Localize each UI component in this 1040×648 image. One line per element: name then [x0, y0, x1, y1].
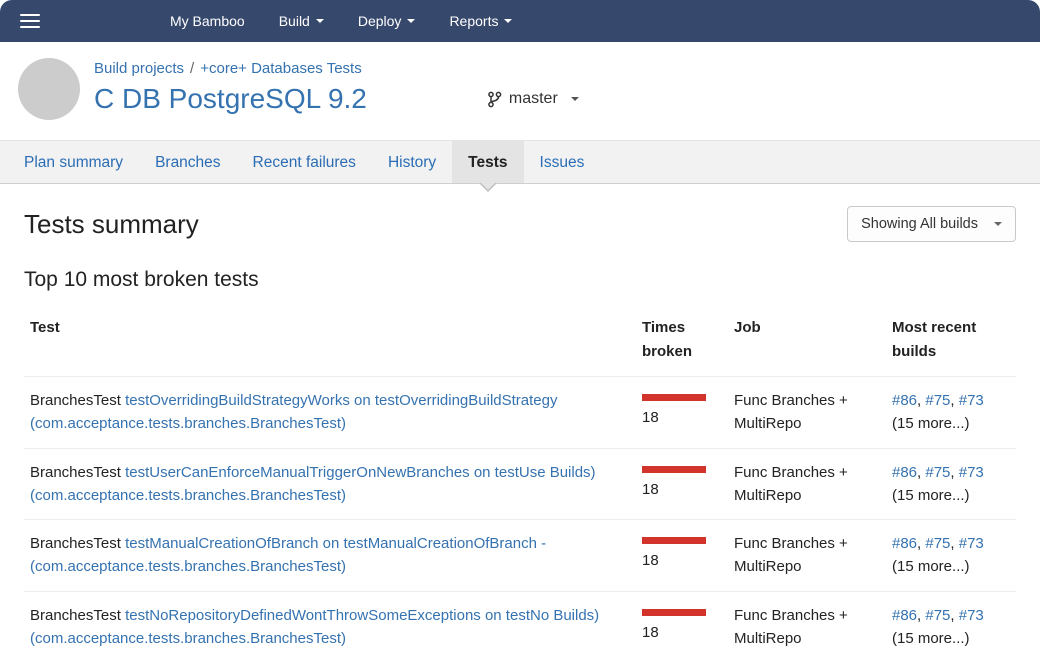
- test-cell: BranchesTest testUserCanEnforceManualTri…: [24, 448, 636, 520]
- builds-separator: ,: [950, 392, 958, 409]
- job-cell: Func Branches + MultiRepo: [728, 591, 886, 648]
- col-header-job: Job: [728, 308, 886, 377]
- times-broken-bar: [642, 537, 706, 544]
- plan-header: Build projects / +core+ Databases Tests C …: [0, 42, 1040, 140]
- plan-avatar: [18, 58, 80, 120]
- chevron-down-icon: [994, 222, 1002, 226]
- showing-builds-label: Showing All builds: [861, 216, 978, 232]
- breadcrumb: Build projects / +core+ Databases Tests: [94, 60, 579, 77]
- build-link[interactable]: #75: [925, 535, 950, 552]
- builds-more-label: (15 more...): [892, 555, 1002, 578]
- times-broken-cell: 18: [636, 520, 728, 592]
- times-broken-bar: [642, 609, 706, 616]
- test-cell: BranchesTest testOverridingBuildStrategy…: [24, 377, 636, 449]
- builds-separator: ,: [950, 535, 958, 552]
- build-link[interactable]: #86: [892, 464, 917, 481]
- nav-deploy[interactable]: Deploy: [358, 13, 416, 29]
- section-title: Top 10 most broken tests: [24, 268, 1016, 292]
- builds-cell: #86, #75, #73 (15 more...): [886, 448, 1016, 520]
- times-broken-value: 18: [642, 621, 714, 644]
- chevron-down-icon: [571, 97, 579, 101]
- build-link[interactable]: #75: [925, 464, 950, 481]
- times-broken-bar: [642, 466, 706, 473]
- col-header-times-broken: Times broken: [636, 308, 728, 377]
- test-class-prefix: BranchesTest: [30, 535, 121, 552]
- chevron-down-icon: [504, 19, 512, 23]
- build-link[interactable]: #75: [925, 392, 950, 409]
- plan-title: C DB PostgreSQL 9.2: [94, 83, 367, 115]
- builds-cell: #86, #75, #73 (15 more...): [886, 520, 1016, 592]
- tab-branches[interactable]: Branches: [139, 141, 236, 183]
- nav-deploy-label: Deploy: [358, 13, 402, 29]
- broken-tests-table: Test Times broken Job Most recent builds…: [24, 308, 1016, 648]
- test-class-prefix: BranchesTest: [30, 464, 121, 481]
- git-branch-icon: [487, 91, 502, 108]
- tab-tests[interactable]: Tests: [452, 141, 523, 183]
- top-navbar: My Bamboo Build Deploy Reports: [0, 0, 1040, 42]
- test-cell: BranchesTest testNoRepositoryDefinedWont…: [24, 591, 636, 648]
- builds-more-label: (15 more...): [892, 627, 1002, 648]
- plan-title-row: C DB PostgreSQL 9.2 master: [94, 83, 579, 115]
- nav-build-label: Build: [279, 13, 310, 29]
- job-cell: Func Branches + MultiRepo: [728, 377, 886, 449]
- plan-header-text: Build projects / +core+ Databases Tests C …: [94, 58, 579, 115]
- table-row: BranchesTest testManualCreationOfBranch …: [24, 520, 1016, 592]
- showing-builds-dropdown[interactable]: Showing All builds: [847, 206, 1016, 242]
- chevron-down-icon: [407, 19, 415, 23]
- test-class-prefix: BranchesTest: [30, 392, 121, 409]
- test-cell: BranchesTest testManualCreationOfBranch …: [24, 520, 636, 592]
- times-broken-cell: 18: [636, 377, 728, 449]
- nav-build[interactable]: Build: [279, 13, 324, 29]
- branch-name: master: [509, 90, 558, 108]
- build-link[interactable]: #73: [959, 535, 984, 552]
- times-broken-cell: 18: [636, 591, 728, 648]
- times-broken-value: 18: [642, 478, 714, 501]
- times-broken-value: 18: [642, 549, 714, 572]
- build-link[interactable]: #75: [925, 607, 950, 624]
- times-broken-bar: [642, 394, 706, 401]
- tests-summary-panel: Tests summary Showing All builds Top 10 …: [0, 184, 1040, 648]
- builds-separator: ,: [950, 464, 958, 481]
- tab-recent-failures[interactable]: Recent failures: [237, 141, 372, 183]
- table-row: BranchesTest testUserCanEnforceManualTri…: [24, 448, 1016, 520]
- chevron-down-icon: [316, 19, 324, 23]
- breadcrumb-build-projects-link[interactable]: Build projects: [94, 60, 184, 77]
- nav-reports-label: Reports: [449, 13, 498, 29]
- tab-plan-summary[interactable]: Plan summary: [8, 141, 139, 183]
- job-cell: Func Branches + MultiRepo: [728, 520, 886, 592]
- build-link[interactable]: #73: [959, 607, 984, 624]
- table-row: BranchesTest testOverridingBuildStrategy…: [24, 377, 1016, 449]
- col-header-test: Test: [24, 308, 636, 377]
- nav-my-bamboo[interactable]: My Bamboo: [170, 13, 245, 29]
- col-header-most-recent-builds: Most recent builds: [886, 308, 1016, 377]
- page-title: Tests summary: [24, 209, 199, 240]
- build-link[interactable]: #86: [892, 392, 917, 409]
- bamboo-app-window: My Bamboo Build Deploy Reports Build pro…: [0, 0, 1040, 648]
- hamburger-menu-icon[interactable]: [20, 14, 40, 28]
- nav-reports[interactable]: Reports: [449, 13, 512, 29]
- primary-nav: My Bamboo Build Deploy Reports: [170, 13, 512, 29]
- job-cell: Func Branches + MultiRepo: [728, 448, 886, 520]
- breadcrumb-plan-group-link[interactable]: +core+ Databases Tests: [200, 60, 361, 77]
- build-link[interactable]: #86: [892, 607, 917, 624]
- tab-history[interactable]: History: [372, 141, 452, 183]
- builds-cell: #86, #75, #73 (15 more...): [886, 377, 1016, 449]
- tab-issues[interactable]: Issues: [524, 141, 601, 183]
- build-link[interactable]: #73: [959, 464, 984, 481]
- times-broken-value: 18: [642, 406, 714, 429]
- builds-more-label: (15 more...): [892, 412, 1002, 435]
- builds-separator: ,: [950, 607, 958, 624]
- plan-tabbar: Plan summary Branches Recent failures Hi…: [0, 140, 1040, 184]
- breadcrumb-separator: /: [190, 60, 194, 77]
- builds-cell: #86, #75, #73 (15 more...): [886, 591, 1016, 648]
- table-header-row: Test Times broken Job Most recent builds: [24, 308, 1016, 377]
- builds-more-label: (15 more...): [892, 484, 1002, 507]
- times-broken-cell: 18: [636, 448, 728, 520]
- table-row: BranchesTest testNoRepositoryDefinedWont…: [24, 591, 1016, 648]
- branch-selector[interactable]: master: [487, 90, 579, 108]
- build-link[interactable]: #73: [959, 392, 984, 409]
- test-class-prefix: BranchesTest: [30, 607, 121, 624]
- build-link[interactable]: #86: [892, 535, 917, 552]
